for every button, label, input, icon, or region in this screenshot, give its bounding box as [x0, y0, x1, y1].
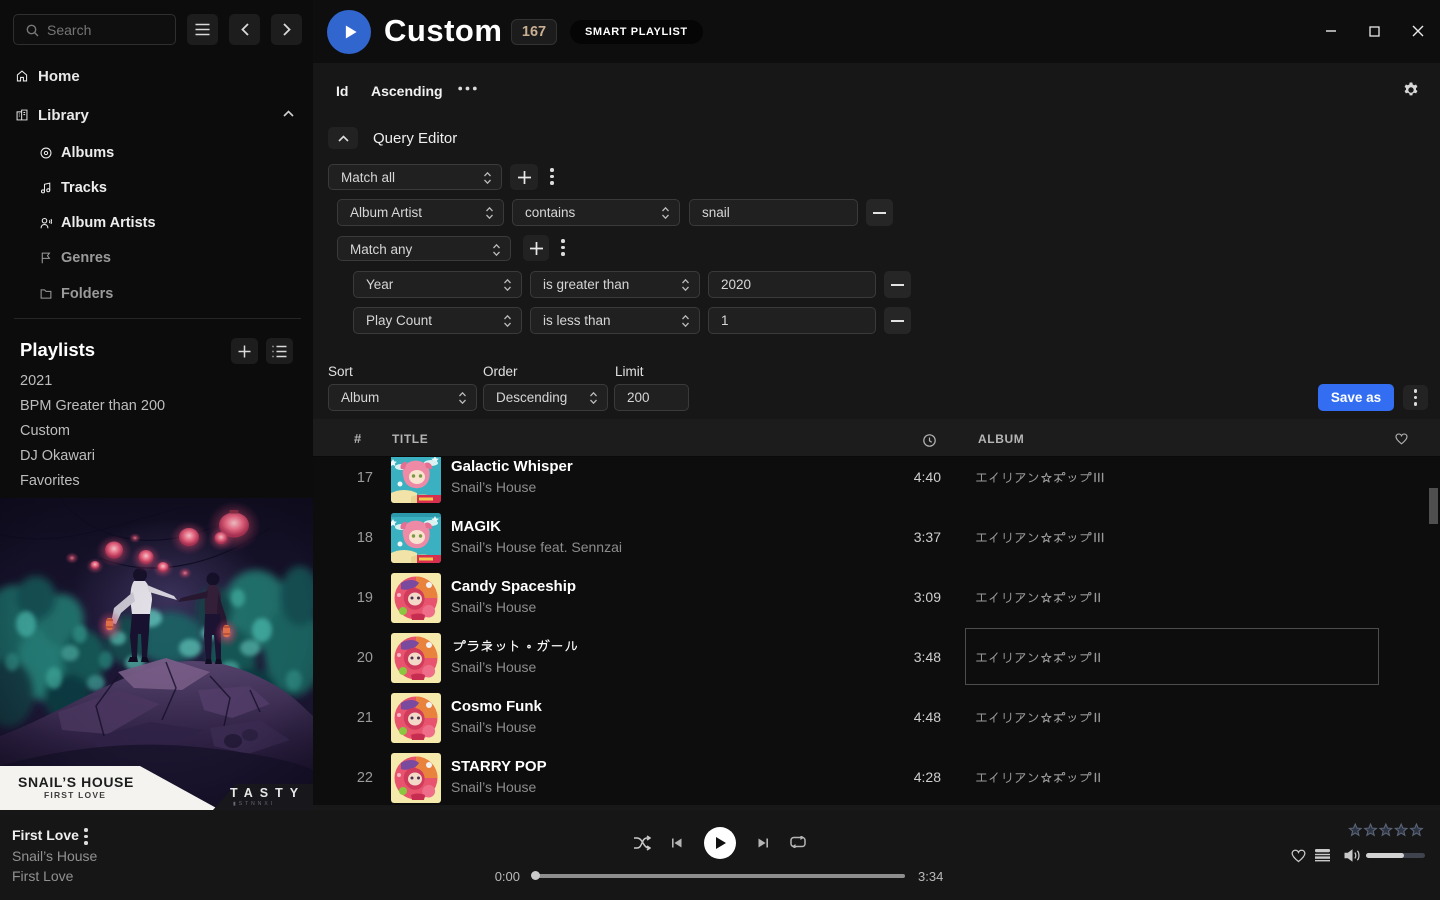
svg-text:SNAIL’S HOUSE: SNAIL’S HOUSE	[18, 774, 134, 790]
svg-text:FIRST LOVE: FIRST LOVE	[44, 790, 106, 800]
svg-text:▮STNNXI: ▮STNNXI	[233, 801, 275, 807]
svg-text:TASTY: TASTY	[230, 786, 305, 800]
